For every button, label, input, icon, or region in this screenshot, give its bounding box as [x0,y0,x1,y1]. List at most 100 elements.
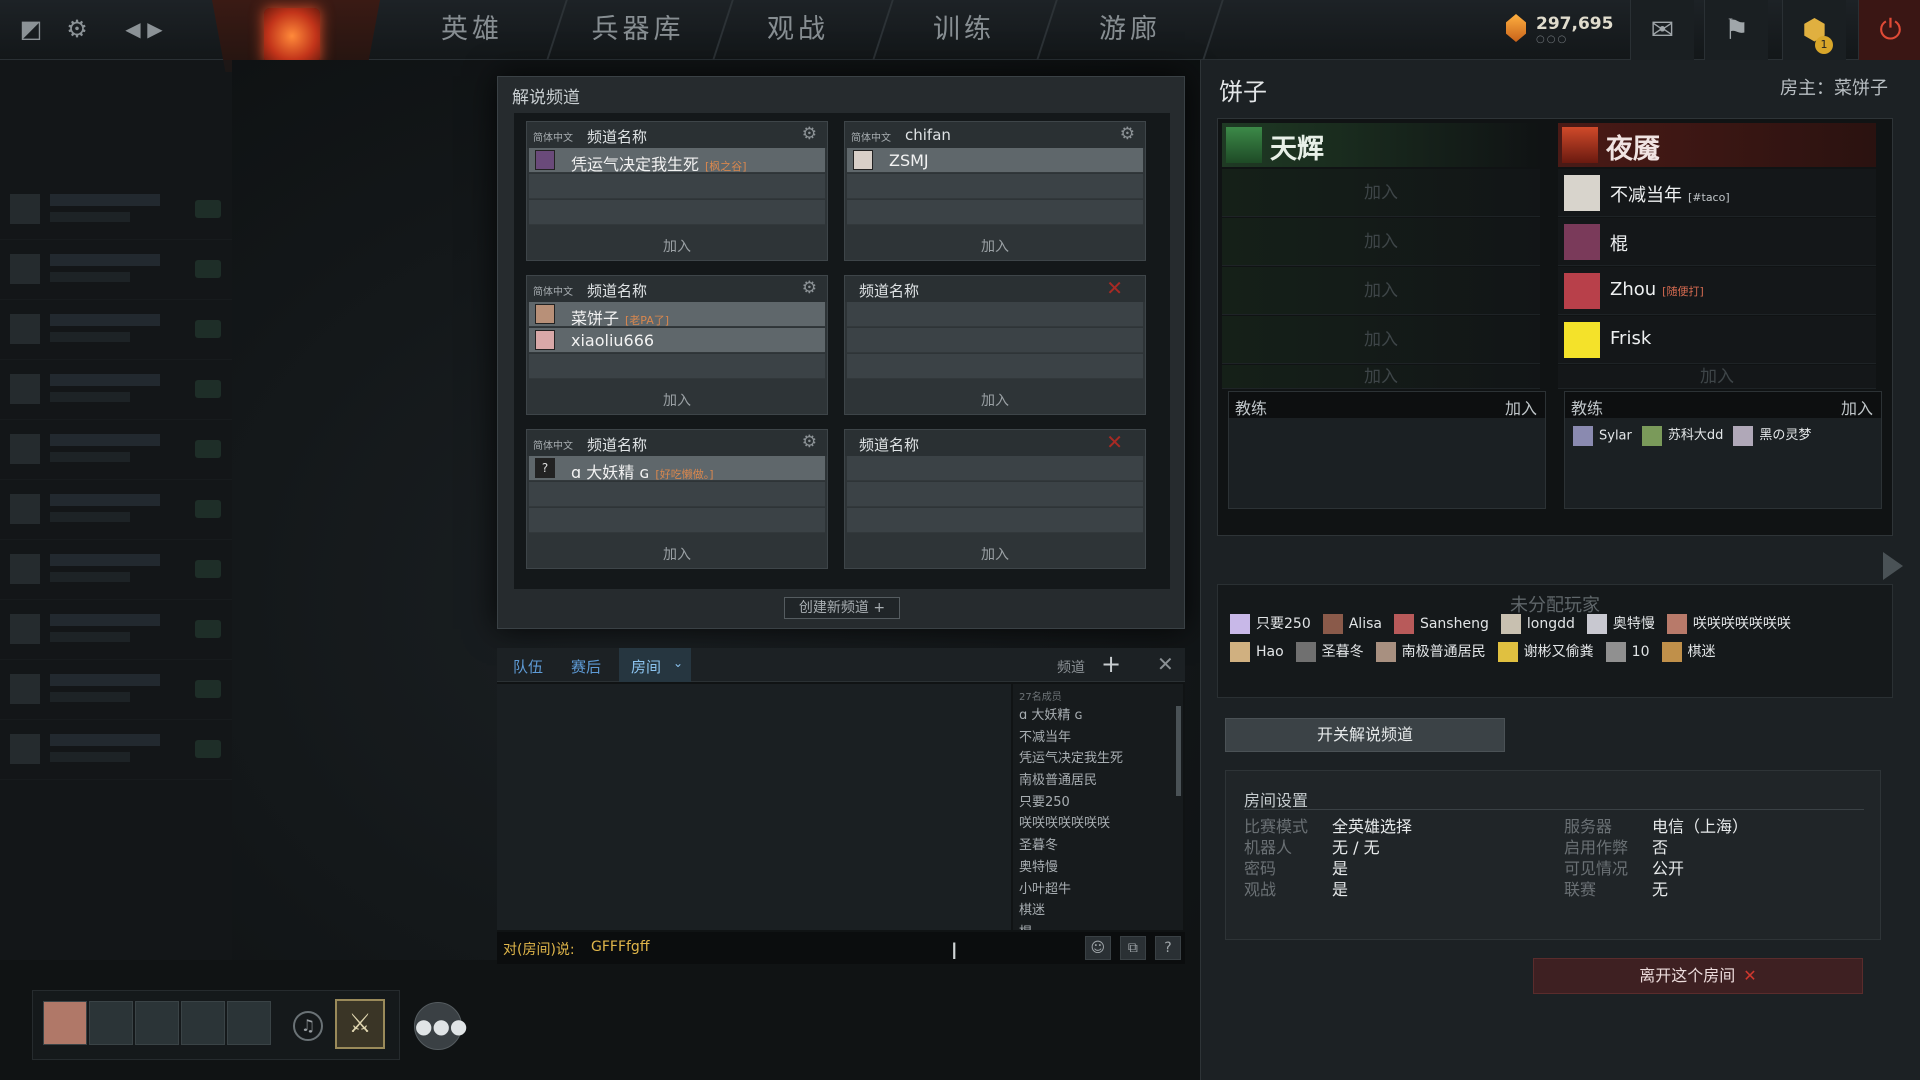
unassigned-player[interactable]: Alisa [1322,614,1382,634]
unassigned-player[interactable]: 奥特慢 [1586,613,1655,634]
chat-member[interactable]: 咲咲咲咲咲咲咲 [1019,812,1123,834]
chat-member[interactable]: 圣暮冬 [1019,834,1123,856]
radiant-slot[interactable]: 加入 [1222,267,1540,315]
party-empty-slot[interactable] [89,1001,133,1045]
dire-player-slot[interactable]: Frisk [1558,316,1876,364]
unassigned-player[interactable]: 南极普通居民 [1375,641,1486,662]
party-empty-slot[interactable] [135,1001,179,1045]
chat-member[interactable]: 小叶超牛 [1019,878,1123,900]
headset-icon[interactable]: ♫ [293,1011,323,1041]
radiant-slot[interactable]: 加入 [1222,316,1540,364]
unassigned-player[interactable]: Sansheng [1393,614,1489,634]
chat-member[interactable]: 南极普通居民 [1019,769,1123,791]
avatar[interactable] [43,1001,87,1045]
toggle-broadcast-channels-button[interactable]: 开关解说频道 [1225,718,1505,752]
tab-team[interactable]: 队伍 [513,656,543,677]
party-empty-slot[interactable] [227,1001,271,1045]
chat-member[interactable]: 棍 [1019,921,1123,930]
coach-join-button[interactable]: 加入 [1505,395,1537,419]
unassigned-player[interactable]: 谢彬又偷粪 [1497,641,1594,662]
help-icon[interactable]: ? [1155,936,1181,960]
channel-member-slot: 凭运气决定我生死 [枫之谷] [529,148,825,174]
coach-entry[interactable]: Sylar [1573,425,1632,446]
radiant-slot[interactable]: 加入 [1222,169,1540,217]
create-channel-label: 创建新频道 [798,600,869,616]
dire-player-slot[interactable]: 不减当年 [#taco] [1558,169,1876,217]
channel-join-button[interactable]: 加入 [527,390,827,410]
emoticon-icon[interactable]: ☺ [1084,936,1111,960]
chat-input[interactable]: GFFFfgff [591,939,649,955]
unassigned-row: Hao 圣暮冬 南极普通居民 谢彬又偷粪 10 棋迷 [1230,641,1728,662]
nav-armory[interactable]: 兵器库 [556,0,720,60]
settings-gear-icon[interactable]: ⚙ [62,14,92,44]
chat-input-bar[interactable]: 对(房间)说: GFFFfgff ☺ ⧉ ? [497,932,1185,964]
party-menu-button[interactable]: ●●● [414,1002,467,1050]
party-empty-slot[interactable] [181,1001,225,1045]
channel-settings-gear-icon[interactable]: ⚙ [802,278,817,298]
store-button[interactable]: ⚑ [1704,0,1768,60]
power-button[interactable]: ⏻ [1858,0,1920,60]
expand-arrow-icon[interactable] [1883,552,1903,580]
radiant-slot[interactable]: 加入 [1222,218,1540,266]
forward-arrow-icon[interactable]: ▶ [140,14,170,44]
join-slot-label: 加入 [1364,281,1398,301]
screenshot-icon[interactable]: ⧉ [1119,936,1146,960]
tab-postgame[interactable]: 赛后 [571,656,601,677]
channels-label[interactable]: 频道 [1057,657,1085,677]
channel-join-button[interactable]: 加入 [527,236,827,256]
radiant-name: 天辉 [1270,134,1324,165]
dashboard-icon[interactable]: ◩ [16,14,46,44]
nav-heroes[interactable]: 英雄 [390,0,554,60]
unassigned-player[interactable]: 10 [1605,642,1650,662]
unassigned-player[interactable]: 只要250 [1230,613,1311,634]
player-name: Zhou [1610,279,1657,300]
chat-member[interactable]: 凭运气决定我生死 [1019,747,1123,769]
create-channel-button[interactable]: 创建新频道 + [784,597,900,619]
dire-player-slot[interactable]: 棍 [1558,218,1876,266]
nav-arcade[interactable]: 游廊 [1048,0,1212,60]
dire-name: 夜魇 [1606,134,1660,165]
dire-player-slot[interactable]: Zhou [随便打] [1558,267,1876,315]
join-slot-label: 加入 [1364,367,1398,387]
channel-join-button[interactable]: 加入 [845,544,1145,564]
coach-list: Sylar 苏科大dd 黑の灵梦 [1573,424,1821,446]
coach-entry[interactable]: 苏科大dd [1641,424,1723,446]
unassigned-player[interactable]: 咲咲咲咲咲咲咲 [1666,613,1791,634]
channel-join-button[interactable]: 加入 [527,544,827,564]
scrollbar[interactable] [1176,706,1181,796]
channel-settings-gear-icon[interactable]: ⚙ [802,432,817,452]
chat-mail-button[interactable]: ✉ [1630,0,1694,60]
channel-join-button[interactable]: 加入 [845,390,1145,410]
close-icon[interactable]: ✕ [1157,652,1174,676]
coach-join-button[interactable]: 加入 [1841,395,1873,419]
coach-entry[interactable]: 黑の灵梦 [1733,424,1811,446]
chat-member[interactable]: 不减当年 [1019,726,1123,748]
channel-settings-gear-icon[interactable]: ⚙ [802,124,817,144]
chat-member[interactable]: ɑ 大妖精 ɢ [1019,704,1123,726]
nav-watch[interactable]: 观战 [716,0,880,60]
nav-learn[interactable]: 训练 [882,0,1046,60]
add-channel-icon[interactable]: + [1101,650,1121,678]
text-cursor-icon: I [951,940,958,965]
unassigned-player[interactable]: longdd [1500,614,1575,634]
unassigned-player[interactable]: 圣暮冬 [1295,641,1364,662]
delete-channel-icon[interactable]: ✕ [1106,430,1123,454]
chat-member[interactable]: 奥特慢 [1019,856,1123,878]
channel-settings-gear-icon[interactable]: ⚙ [1120,124,1135,144]
unassigned-player[interactable]: Hao [1230,642,1284,662]
channel-join-button[interactable]: 加入 [845,236,1145,256]
dire-slot[interactable]: 加入 [1558,365,1876,389]
avatar [1322,614,1343,634]
radiant-slot[interactable]: 加入 [1222,365,1540,389]
channel-language: 简体中文 [533,441,573,452]
chat-member[interactable]: 只要250 [1019,791,1123,813]
unassigned-player[interactable]: 棋迷 [1661,641,1716,662]
delete-channel-icon[interactable]: ✕ [1106,276,1123,300]
battlepass-button[interactable]: ⬢ [1782,0,1846,60]
chat-member[interactable]: 棋迷 [1019,899,1123,921]
player-name: longdd [1526,616,1575,632]
teams-area: 天辉 加入 加入 加入 加入 加入 教练 加入 夜魇 不减当年 [#taco] [1217,118,1893,536]
tab-lobby[interactable]: 房间 ⌄ [619,648,692,682]
rank-medal-icon[interactable]: ⚔ [335,999,385,1049]
leave-lobby-button[interactable]: 离开这个房间 ✕ [1533,958,1863,994]
